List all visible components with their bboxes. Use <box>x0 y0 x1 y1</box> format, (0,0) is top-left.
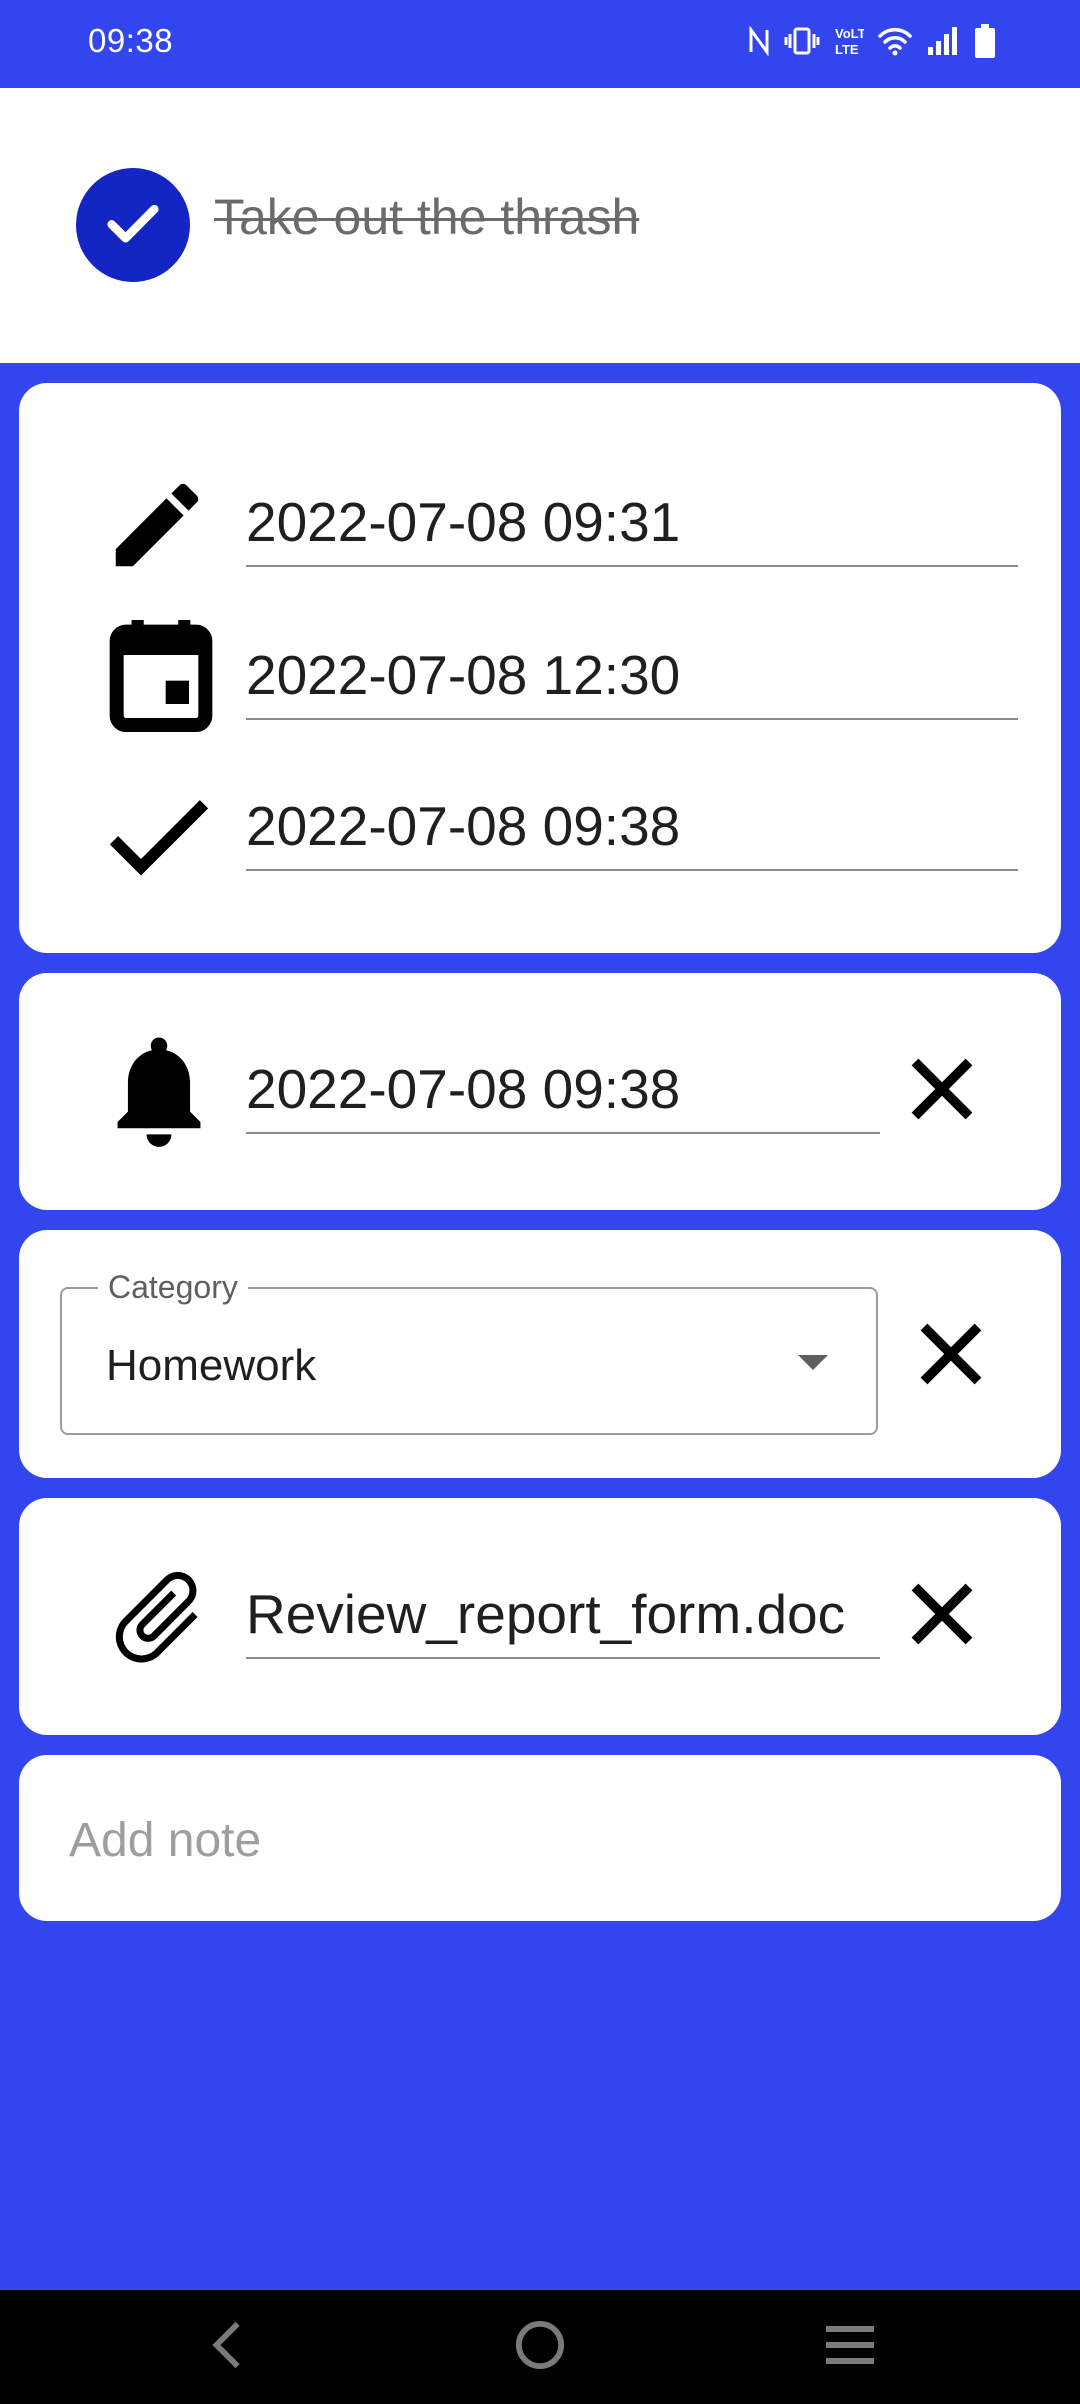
navigation-bar <box>0 2290 1080 2404</box>
close-icon <box>906 1053 978 1130</box>
task-title[interactable]: Take out the thrash <box>214 188 639 246</box>
completed-date-field[interactable]: 2022-07-08 09:38 <box>246 799 1018 871</box>
reminder-card: 2022-07-08 09:38 <box>19 973 1061 1210</box>
volte-icon: VoLTELTE <box>834 25 864 57</box>
complete-toggle-button[interactable] <box>76 168 190 282</box>
check-icon <box>99 788 219 888</box>
paperclip-icon <box>97 1556 219 1678</box>
category-card: Category Homework <box>19 1230 1061 1478</box>
clear-category-button[interactable] <box>906 1311 996 1401</box>
svg-text:VoLTE: VoLTE <box>835 26 864 41</box>
attachment-card: Review_report_form.doc <box>19 1498 1061 1735</box>
back-icon <box>208 2320 248 2375</box>
created-date-field[interactable]: 2022-07-08 09:31 <box>246 495 1018 567</box>
status-time: 09:38 <box>88 22 174 59</box>
menu-icon <box>824 2325 876 2370</box>
category-select[interactable]: Category Homework <box>60 1267 878 1435</box>
svg-text:LTE: LTE <box>835 42 859 57</box>
close-icon <box>906 1578 978 1655</box>
home-button[interactable] <box>505 2312 575 2382</box>
due-date-field[interactable]: 2022-07-08 12:30 <box>246 648 1018 720</box>
back-button[interactable] <box>193 2312 263 2382</box>
category-value: Homework <box>106 1341 317 1390</box>
battery-icon <box>974 24 996 58</box>
close-icon <box>915 1318 987 1395</box>
home-icon <box>515 2320 565 2375</box>
vibrate-icon <box>784 26 820 56</box>
status-icons: VoLTELTE <box>748 24 996 58</box>
calendar-icon <box>105 611 217 741</box>
note-input[interactable] <box>69 1805 1009 1875</box>
remove-attachment-button[interactable] <box>897 1571 987 1661</box>
dropdown-arrow-icon <box>798 1355 828 1370</box>
signal-icon <box>926 26 960 56</box>
status-bar: 09:38 VoLTELTE <box>0 0 1080 88</box>
category-label: Category <box>98 1267 248 1307</box>
reminder-date-field[interactable]: 2022-07-08 09:38 <box>246 1062 880 1134</box>
nfc-icon <box>748 26 770 56</box>
note-card <box>19 1755 1061 1921</box>
recents-button[interactable] <box>815 2312 885 2382</box>
wifi-icon <box>878 26 912 56</box>
checkmark-icon <box>101 191 165 260</box>
clear-reminder-button[interactable] <box>897 1046 987 1136</box>
task-header: Take out the thrash <box>0 88 1080 363</box>
bell-icon <box>99 1033 219 1153</box>
dates-card: 2022-07-08 09:31 2022-07-08 12:30 2022-0… <box>19 383 1061 953</box>
attachment-field[interactable]: Review_report_form.doc <box>246 1587 880 1659</box>
pencil-icon <box>97 465 217 585</box>
